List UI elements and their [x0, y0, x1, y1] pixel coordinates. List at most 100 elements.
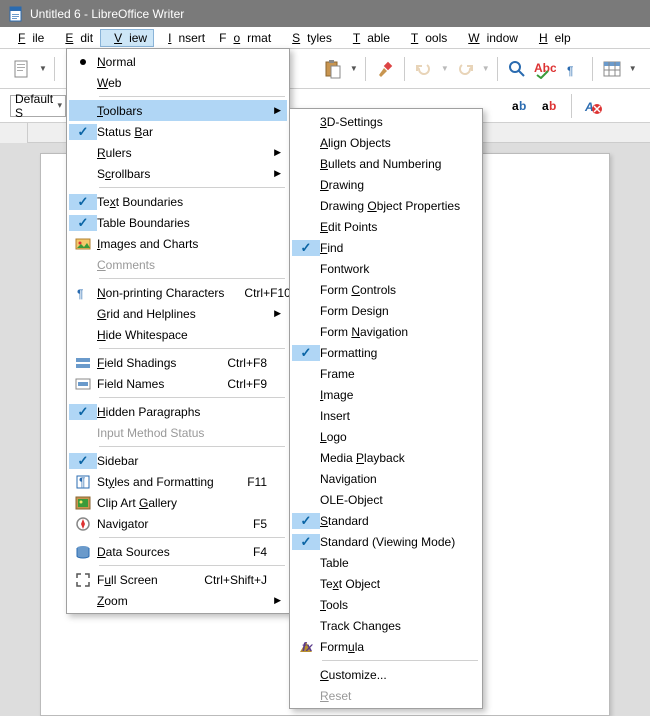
- toolbars-track-changes[interactable]: Track Changes: [292, 615, 480, 636]
- dropdown-icon[interactable]: ▼: [482, 64, 490, 73]
- format-paintbrush-icon[interactable]: [373, 57, 397, 81]
- submenu-arrow-icon: ▶: [274, 308, 281, 319]
- menu-item-label: Logo: [320, 430, 460, 444]
- check-icon: [69, 376, 97, 392]
- toolbars-form-navigation[interactable]: Form Navigation: [292, 321, 480, 342]
- toolbars-standard-viewing-mode-[interactable]: ✓Standard (Viewing Mode): [292, 531, 480, 552]
- menu-item-label: Image: [320, 388, 460, 402]
- toolbars-customize-[interactable]: Customize...: [292, 664, 480, 685]
- view-non-printing-characters[interactable]: ¶Non-printing CharactersCtrl+F10: [69, 282, 287, 303]
- view-zoom[interactable]: Zoom ▶: [69, 590, 287, 611]
- toolbars-form-controls[interactable]: Form Controls: [292, 279, 480, 300]
- menu-item-label: Text Boundaries: [97, 195, 267, 209]
- menu-item-label: Find: [320, 241, 460, 255]
- toolbars-align-objects[interactable]: Align Objects: [292, 132, 480, 153]
- menu-item-label: Rulers: [97, 146, 267, 160]
- svg-text:fx: fx: [302, 640, 314, 654]
- pilcrow-icon[interactable]: ¶: [561, 57, 585, 81]
- table-icon[interactable]: [600, 57, 624, 81]
- menu-insert[interactable]: Insert: [154, 29, 212, 47]
- toolbars-bullets-and-numbering[interactable]: Bullets and Numbering: [292, 153, 480, 174]
- menu-item-label: Data Sources: [97, 545, 233, 559]
- menu-edit[interactable]: Edit: [51, 29, 100, 47]
- check-icon: ✓: [292, 240, 320, 256]
- toolbars-drawing[interactable]: Drawing: [292, 174, 480, 195]
- menu-tools[interactable]: Tools: [397, 29, 454, 47]
- view-text-boundaries[interactable]: ✓Text Boundaries: [69, 191, 287, 212]
- view-navigator[interactable]: Navigator F5: [69, 513, 287, 534]
- menu-item-label: Drawing Object Properties: [320, 199, 460, 213]
- toolbars-text-object[interactable]: Text Object: [292, 573, 480, 594]
- spellcheck-icon[interactable]: Abc: [533, 57, 557, 81]
- view-toolbars[interactable]: Toolbars▶: [69, 100, 287, 121]
- menu-file[interactable]: File: [4, 29, 51, 47]
- paste-icon[interactable]: [321, 57, 345, 81]
- toolbars-fontwork[interactable]: Fontwork: [292, 258, 480, 279]
- toolbars-table[interactable]: Table: [292, 552, 480, 573]
- menu-format[interactable]: Format: [212, 29, 278, 47]
- redo-icon[interactable]: [453, 57, 477, 81]
- view-field-shadings[interactable]: Field ShadingsCtrl+F8: [69, 352, 287, 373]
- menu-item-label: Clip Art Gallery: [97, 496, 267, 510]
- submenu-arrow-icon: ▶: [274, 595, 281, 606]
- view-rulers[interactable]: Rulers▶: [69, 142, 287, 163]
- view-field-names[interactable]: Field NamesCtrl+F9: [69, 373, 287, 394]
- toolbars-insert[interactable]: Insert: [292, 405, 480, 426]
- dropdown-icon[interactable]: ▼: [39, 64, 47, 73]
- toolbars-edit-points[interactable]: Edit Points: [292, 216, 480, 237]
- dropdown-icon[interactable]: ▼: [350, 64, 358, 73]
- toolbars-3d-settings[interactable]: 3D-Settings: [292, 111, 480, 132]
- menu-item-label: Zoom: [97, 594, 267, 608]
- toolbars-standard[interactable]: ✓Standard: [292, 510, 480, 531]
- view-table-boundaries[interactable]: ✓Table Boundaries: [69, 212, 287, 233]
- new-doc-icon[interactable]: [10, 57, 34, 81]
- svg-text:¶: ¶: [77, 287, 83, 301]
- view-sidebar[interactable]: ✓Sidebar: [69, 450, 287, 471]
- menu-window[interactable]: Window: [454, 29, 525, 47]
- paragraph-style-combo[interactable]: Default S: [10, 95, 66, 117]
- menu-item-label: Insert: [320, 409, 460, 423]
- toolbars-find[interactable]: ✓Find: [292, 237, 480, 258]
- view-hidden-paragraphs[interactable]: ✓Hidden Paragraphs: [69, 401, 287, 422]
- toolbars-drawing-object-properties[interactable]: Drawing Object Properties: [292, 195, 480, 216]
- view-hide-whitespace[interactable]: Hide Whitespace: [69, 324, 287, 345]
- dropdown-icon[interactable]: ▼: [629, 64, 637, 73]
- view-clip-art-gallery[interactable]: Clip Art Gallery: [69, 492, 287, 513]
- undo-icon[interactable]: [412, 57, 436, 81]
- view-web[interactable]: Web: [69, 72, 287, 93]
- toolbars-frame[interactable]: Frame: [292, 363, 480, 384]
- toolbars-tools[interactable]: Tools: [292, 594, 480, 615]
- find-icon[interactable]: [505, 57, 529, 81]
- toolbars-ole-object[interactable]: OLE-Object: [292, 489, 480, 510]
- check-icon: [69, 544, 97, 560]
- toolbars-formatting[interactable]: ✓Formatting: [292, 342, 480, 363]
- toolbars-form-design[interactable]: Form Design: [292, 300, 480, 321]
- view-images-and-charts[interactable]: Images and Charts: [69, 233, 287, 254]
- view-normal[interactable]: Normal: [69, 51, 287, 72]
- toolbars-submenu: 3D-SettingsAlign ObjectsBullets and Numb…: [289, 108, 483, 709]
- char-bg-icon[interactable]: ab: [538, 94, 562, 118]
- svg-text:¶: ¶: [79, 475, 85, 489]
- menu-view[interactable]: View: [100, 29, 154, 47]
- view-data-sources[interactable]: Data SourcesF4: [69, 541, 287, 562]
- view-styles-and-formatting[interactable]: ¶Styles and FormattingF11: [69, 471, 287, 492]
- toolbars-logo[interactable]: Logo: [292, 426, 480, 447]
- toolbars-formula[interactable]: fxFormula: [292, 636, 480, 657]
- menu-item-label: Navigator: [97, 517, 233, 531]
- dropdown-icon[interactable]: ▼: [441, 64, 449, 73]
- menu-help[interactable]: Help: [525, 29, 578, 47]
- menu-table[interactable]: Table: [339, 29, 397, 47]
- window-title: Untitled 6 - LibreOffice Writer: [30, 7, 184, 21]
- view-status-bar[interactable]: ✓Status Bar: [69, 121, 287, 142]
- shortcut-label: F11: [247, 475, 267, 489]
- clear-format-icon[interactable]: A: [581, 94, 605, 118]
- menu-styles[interactable]: Styles: [278, 29, 339, 47]
- toolbars-navigation[interactable]: Navigation: [292, 468, 480, 489]
- toolbars-media-playback[interactable]: Media Playback: [292, 447, 480, 468]
- view-grid-and-helplines[interactable]: Grid and Helplines▶: [69, 303, 287, 324]
- highlight-icon[interactable]: ab: [508, 94, 532, 118]
- view-scrollbars[interactable]: Scrollbars▶: [69, 163, 287, 184]
- toolbars-image[interactable]: Image: [292, 384, 480, 405]
- view-full-screen[interactable]: Full ScreenCtrl+Shift+J: [69, 569, 287, 590]
- shortcut-label: F5: [253, 517, 267, 531]
